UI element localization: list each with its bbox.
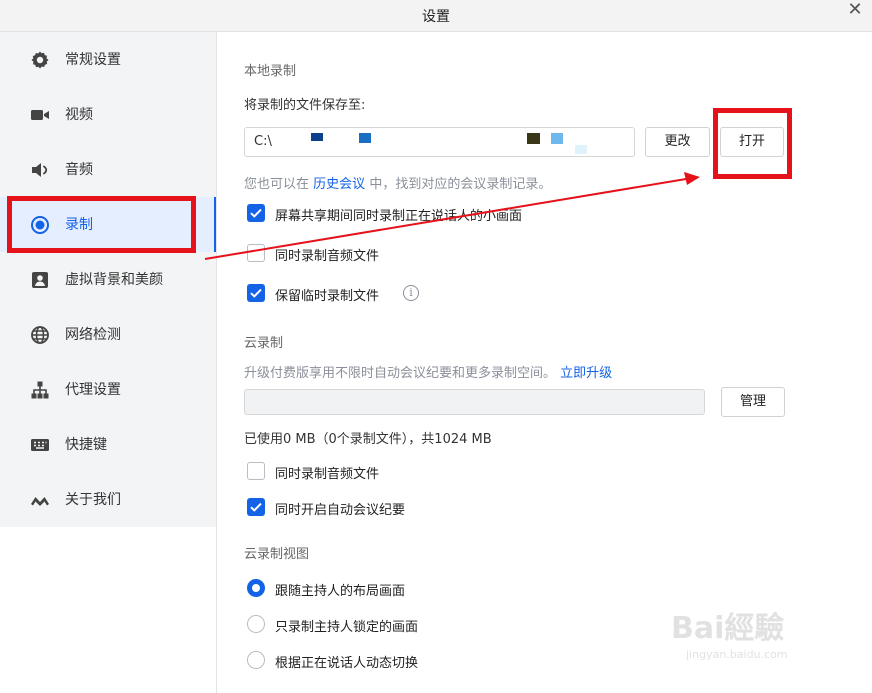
sidebar-item-proxy[interactable]: 代理设置 — [0, 362, 217, 417]
record-speaker-during-share-label: 屏幕共享期间同时录制正在说话人的小画面 — [275, 209, 523, 224]
local-record-audio-label: 同时录制音频文件 — [275, 249, 380, 264]
sidebar-item-video[interactable]: 视频 — [0, 87, 217, 142]
save-path-field[interactable]: C:\ — [244, 127, 635, 157]
follow-host-layout-label: 跟随主持人的布局画面 — [275, 584, 406, 599]
path-redaction — [359, 133, 371, 143]
follow-host-layout-radio[interactable] — [247, 579, 265, 597]
globe-icon — [30, 325, 50, 345]
sidebar-item-audio[interactable]: 音频 — [0, 142, 217, 197]
save-to-label: 将录制的文件保存至: — [244, 98, 366, 113]
keep-temp-files-label: 保留临时录制文件 — [275, 289, 380, 304]
host-locked-view-label: 只录制主持人锁定的画面 — [275, 620, 419, 635]
keyboard-icon — [30, 435, 50, 455]
cloud-record-audio-label: 同时录制音频文件 — [275, 467, 380, 482]
settings-sidebar: 常规设置 视频 音频 录制 虚拟背景和美颜 网络检测 代理设置 快捷键 关于我们 — [0, 32, 217, 527]
cloud-record-audio-checkbox[interactable] — [247, 462, 265, 480]
open-folder-button[interactable]: 打开 — [720, 127, 784, 157]
sidebar-item-network-check[interactable]: 网络检测 — [0, 307, 217, 362]
save-path-value: C:\ — [254, 134, 272, 149]
sidebar-item-label: 代理设置 — [65, 382, 121, 398]
sidebar-item-label: 网络检测 — [65, 327, 121, 343]
path-redaction — [551, 133, 563, 144]
close-icon[interactable]: ✕ — [844, 0, 866, 22]
sidebar-item-label: 音频 — [65, 162, 93, 178]
video-camera-icon — [30, 105, 50, 125]
logo-wave-icon — [30, 490, 50, 510]
sidebar-item-label: 常规设置 — [65, 52, 121, 68]
active-speaker-label: 根据正在说话人动态切换 — [275, 656, 419, 671]
sidebar-item-virtual-background[interactable]: 虚拟背景和美颜 — [0, 252, 217, 307]
sidebar-item-label: 快捷键 — [65, 437, 107, 453]
change-path-button[interactable]: 更改 — [645, 127, 710, 157]
upgrade-hint: 升级付费版享用不限时自动会议纪要和更多录制空间。 立即升级 — [244, 366, 613, 381]
sidebar-item-shortcuts[interactable]: 快捷键 — [0, 417, 217, 472]
local-recording-title: 本地录制 — [244, 64, 297, 79]
sidebar-item-about[interactable]: 关于我们 — [0, 472, 217, 527]
recording-settings-panel: 本地录制 将录制的文件保存至: C:\ 更改 打开 您也可以在 历史会议 中，找… — [217, 32, 872, 693]
cloud-recording-title: 云录制 — [244, 336, 284, 351]
sidebar-item-label: 录制 — [65, 217, 93, 233]
info-icon[interactable]: i — [403, 285, 419, 301]
auto-minutes-checkbox[interactable] — [247, 498, 265, 516]
path-redaction — [311, 133, 323, 141]
sidebar-item-general[interactable]: 常规设置 — [0, 32, 217, 87]
speaker-icon — [30, 160, 50, 180]
gear-icon — [30, 50, 50, 70]
manage-button[interactable]: 管理 — [721, 387, 785, 417]
host-locked-view-radio[interactable] — [247, 615, 265, 633]
sidebar-item-label: 视频 — [65, 107, 93, 123]
history-hint: 您也可以在 历史会议 中，找到对应的会议录制记录。 — [244, 177, 552, 192]
cloud-view-title: 云录制视图 — [244, 547, 310, 562]
sidebar-item-label: 虚拟背景和美颜 — [65, 272, 163, 288]
local-record-audio-checkbox[interactable] — [247, 244, 265, 262]
record-speaker-during-share-checkbox[interactable] — [247, 204, 265, 222]
history-meetings-link[interactable]: 历史会议 — [313, 177, 365, 192]
cloud-storage-usage-bar — [244, 389, 705, 415]
path-redaction — [575, 145, 587, 154]
usage-text: 已使用0 MB（0个录制文件），共1024 MB — [244, 432, 492, 447]
portrait-icon — [30, 270, 50, 290]
active-speaker-radio[interactable] — [247, 651, 265, 669]
sidebar-item-label: 关于我们 — [65, 492, 121, 508]
path-redaction — [527, 133, 540, 144]
auto-minutes-label: 同时开启自动会议纪要 — [275, 503, 406, 518]
record-icon — [30, 215, 50, 235]
sidebar-item-recording[interactable]: 录制 — [0, 197, 217, 252]
network-tree-icon — [30, 380, 50, 400]
upgrade-now-link[interactable]: 立即升级 — [560, 366, 612, 381]
window-title: 设置 — [422, 9, 450, 25]
title-bar: 设置 ✕ — [0, 0, 872, 32]
keep-temp-files-checkbox[interactable] — [247, 284, 265, 302]
